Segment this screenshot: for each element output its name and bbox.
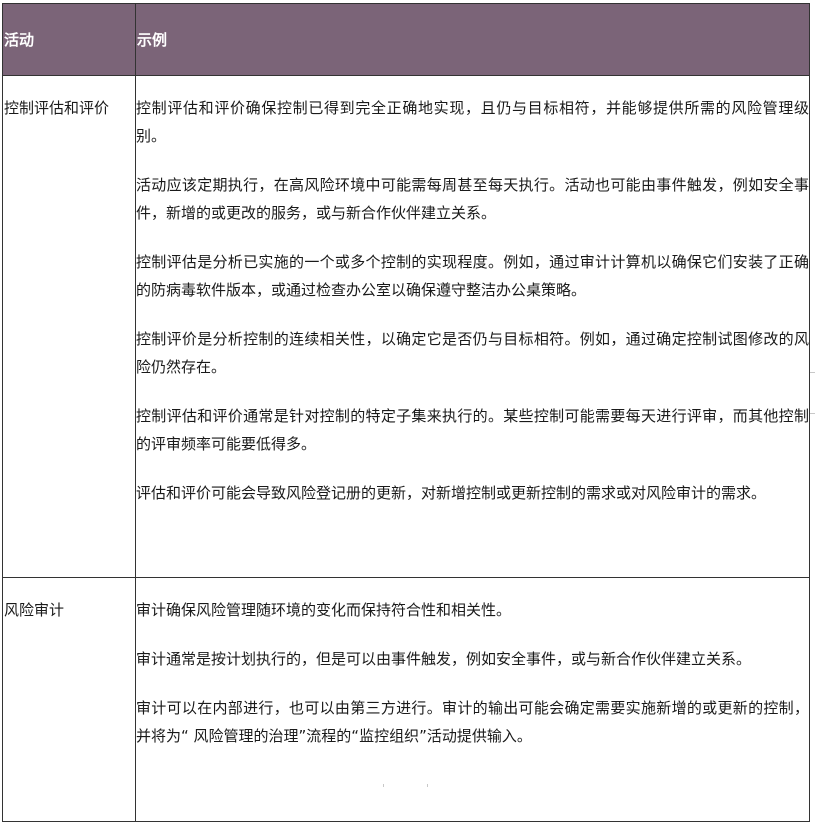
example-paragraph: 活动应该定期执行，在高风险环境中可能需每周甚至每天执行。活动也可能由事件触发，例… — [136, 176, 809, 222]
example-paragraph: 审计可以在内部进行，也可以由第三方进行。审计的输出可能会确定需要实施新增的或更新… — [136, 699, 809, 745]
example-paragraph: 控制评估和评价确保控制已得到完全正确地实现，且仍与目标相符，并能够提供所需的风险… — [136, 99, 809, 145]
header-example: 示例 — [135, 3, 810, 76]
table-header-row: 活动 示例 — [2, 3, 810, 76]
table-row: 风险审计 审计确保风险管理随环境的变化而保持符合性和相关性。 审计通常是按计划执… — [2, 577, 810, 822]
table-row: 控制评估和评价 控制评估和评价确保控制已得到完全正确地实现，且仍与目标相符，并能… — [2, 75, 810, 578]
example-cell: 控制评估和评价确保控制已得到完全正确地实现，且仍与目标相符，并能够提供所需的风险… — [135, 75, 810, 578]
example-paragraph: 控制评价是分析控制的连续相关性，以确定它是否仍与目标相符。例如，通过确定控制试图… — [136, 330, 809, 376]
example-paragraph: 审计通常是按计划执行的，但是可以由事件触发，例如安全事件，或与新合作伙伴建立关系… — [136, 650, 752, 668]
example-paragraph: 评估和评价可能会导致风险登记册的更新，对新增控制或更新控制的需求或对风险审计的需… — [136, 484, 767, 502]
example-cell: 审计确保风险管理随环境的变化而保持符合性和相关性。 审计通常是按计划执行的，但是… — [135, 577, 810, 822]
activity-example-table: 活动 示例 控制评估和评价 控制评估和评价确保控制已得到完全正确地实现，且仍与目… — [2, 3, 810, 822]
example-paragraph: 控制评估是分析已实施的一个或多个控制的实现程度。例如，通过审计计算机以确保它们安… — [136, 253, 809, 299]
edge-marker — [810, 372, 815, 373]
example-paragraph: 控制评估和评价通常是针对控制的特定子集来执行的。某些控制可能需要每天进行评审，而… — [136, 407, 809, 453]
edge-marker — [810, 413, 815, 414]
example-paragraph: 审计确保风险管理随环境的变化而保持符合性和相关性。 — [136, 601, 512, 619]
activity-cell: 风险审计 — [2, 577, 136, 822]
header-activity: 活动 — [2, 3, 136, 76]
activity-cell: 控制评估和评价 — [2, 75, 136, 578]
